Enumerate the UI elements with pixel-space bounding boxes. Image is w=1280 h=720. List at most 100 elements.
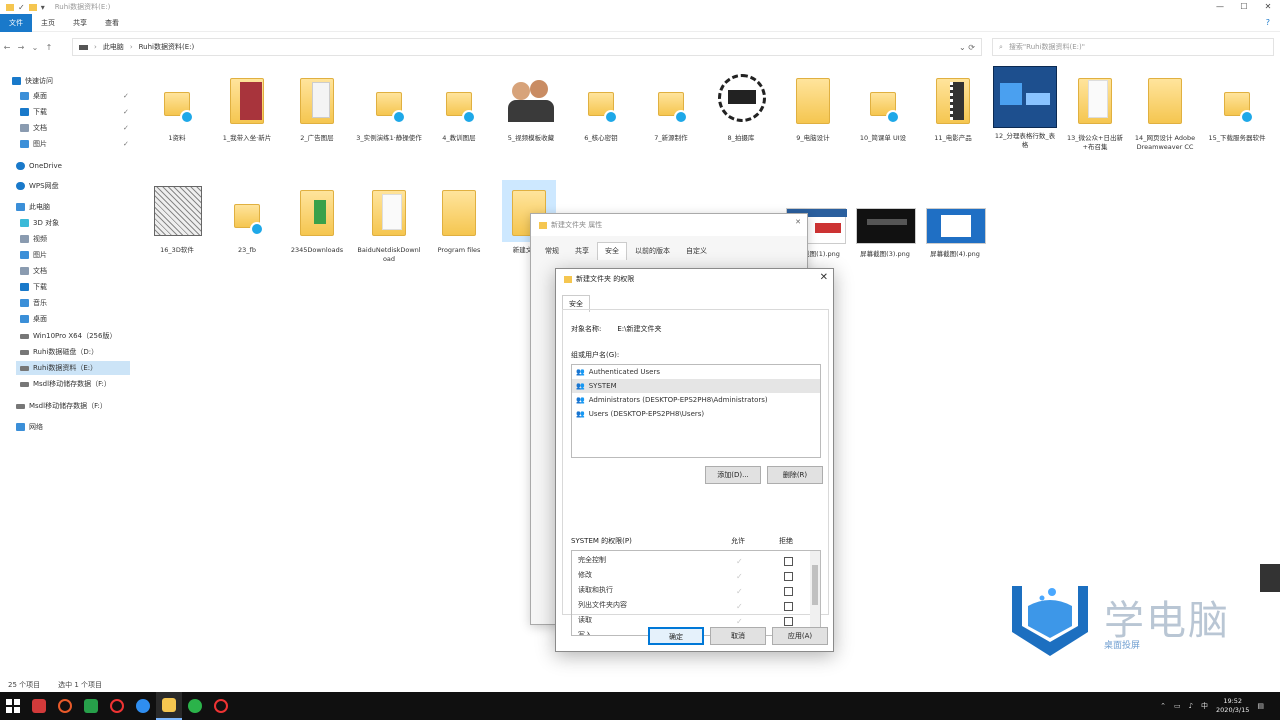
apply-button[interactable]: 应用(A) (772, 627, 828, 645)
list-item[interactable]: 👥 Users (DESKTOP-EPS2PH8\Users) (572, 407, 820, 421)
notification-icon[interactable]: ▤ (1257, 702, 1264, 710)
minimize-button[interactable]: — (1208, 0, 1232, 14)
taskbar-app[interactable] (208, 692, 234, 720)
back-arrow-icon[interactable]: ← (0, 43, 14, 52)
tab-previous-versions[interactable]: 以前的版本 (627, 242, 678, 260)
tab-customize[interactable]: 自定义 (678, 242, 715, 260)
tab-view[interactable]: 查看 (96, 14, 128, 32)
taskbar-search[interactable] (52, 692, 78, 720)
file-item[interactable]: 1资料 (144, 68, 210, 143)
deny-checkbox[interactable] (784, 572, 793, 581)
file-item[interactable]: 10_简课单 UI设 (850, 68, 916, 143)
sidebar-item-drive-f-root[interactable]: Msdl移动储存数据（F:） (16, 399, 107, 413)
file-item[interactable]: 2345Downloads (284, 180, 350, 255)
file-item[interactable]: 3_实例演练1·静操使作 (356, 68, 422, 143)
file-item[interactable]: 1_我带入坐·新片 (214, 68, 280, 143)
file-item[interactable]: 8_拍摄库 (708, 68, 774, 143)
list-item-selected[interactable]: 👥 SYSTEM (572, 379, 820, 393)
file-item[interactable]: 2_广告图层 (284, 68, 350, 143)
customize-toolbar-icon[interactable]: ▾ (41, 3, 45, 12)
sidebar-item-desktop-pc[interactable]: 桌面 (20, 312, 47, 326)
sidebar-item-this-pc[interactable]: 此电脑 (16, 200, 50, 214)
list-item[interactable]: 👥 Administrators (DESKTOP-EPS2PH8\Adminis… (572, 393, 820, 407)
taskbar-app[interactable] (130, 692, 156, 720)
file-item[interactable]: BaiduNetdiskDownload (356, 180, 422, 264)
sidebar-item-music[interactable]: 音乐 (20, 296, 47, 310)
ime-icon[interactable]: 中 (1201, 701, 1208, 711)
tab-general[interactable]: 常规 (537, 242, 567, 260)
add-button[interactable]: 添加(D)... (705, 466, 761, 484)
help-icon[interactable]: ? (1266, 18, 1270, 27)
recent-chevron-icon[interactable]: ⌄ (28, 43, 42, 52)
sidebar-item-pictures[interactable]: 图片 ✓ (20, 137, 140, 151)
tab-home[interactable]: 主页 (32, 14, 64, 32)
ok-button[interactable]: 确定 (648, 627, 704, 645)
sidebar-item-network[interactable]: 网络 (16, 420, 43, 434)
permissions-scrollbar[interactable] (810, 551, 820, 635)
file-item[interactable]: 4_教训图层 (426, 68, 492, 143)
sidebar-item-documents-pc[interactable]: 文档 (20, 264, 47, 278)
search-input[interactable]: 搜索"Ruhi数据资料(E:)" (1009, 42, 1085, 52)
taskbar-app[interactable] (26, 692, 52, 720)
address-bar[interactable]: › 此电脑 › Ruhi数据资料(E:) ⌄ ⟳ (72, 38, 982, 56)
breadcrumb-drive-e[interactable]: Ruhi数据资料(E:) (139, 42, 195, 52)
volume-icon[interactable]: ♪ (1189, 702, 1193, 710)
tab-share[interactable]: 共享 (64, 14, 96, 32)
sidebar-item-drive-f[interactable]: Msdl移动储存数据（F:） (20, 377, 111, 391)
sidebar-item-pictures-pc[interactable]: 图片 (20, 248, 47, 262)
file-item[interactable]: 7_新源制作 (638, 68, 704, 143)
file-item[interactable]: Program files (426, 180, 492, 255)
close-icon[interactable]: ✕ (795, 218, 801, 226)
remove-button[interactable]: 删除(R) (767, 466, 823, 484)
tab-file[interactable]: 文件 (0, 13, 32, 32)
file-item[interactable]: 15_下载服务器软件 (1204, 68, 1270, 143)
sidebar-item-onedrive[interactable]: OneDrive (16, 159, 62, 173)
deny-checkbox[interactable] (784, 617, 793, 626)
sidebar-item-quick-access[interactable]: 快速访问 (12, 74, 53, 88)
start-button[interactable] (0, 692, 26, 720)
deny-checkbox[interactable] (784, 587, 793, 596)
sidebar-item-desktop[interactable]: 桌面 ✓ (20, 89, 140, 103)
taskbar-file-explorer[interactable] (156, 692, 182, 720)
list-item[interactable]: 👥 Authenticated Users (572, 365, 820, 379)
sidebar-item-3d-objects[interactable]: 3D 对象 (20, 216, 59, 230)
file-item[interactable]: 9_电脑设计 (780, 68, 846, 143)
tab-security[interactable]: 安全 (597, 242, 627, 260)
sidebar-item-drive-d[interactable]: Ruhi数据磁盘（D:） (20, 345, 98, 359)
properties-icon[interactable]: ✓ (18, 3, 25, 12)
forward-arrow-icon[interactable]: → (14, 43, 28, 52)
side-widget[interactable] (1260, 564, 1280, 592)
scrollbar-thumb[interactable] (812, 565, 818, 605)
refresh-icon[interactable]: ⌄ ⟳ (959, 43, 975, 52)
breadcrumb-this-pc[interactable]: 此电脑 (103, 42, 124, 52)
sidebar-item-videos[interactable]: 视频 (20, 232, 47, 246)
sidebar-item-downloads-pc[interactable]: 下载 (20, 280, 47, 294)
sidebar-item-downloads[interactable]: 下载 ✓ (20, 105, 140, 119)
close-icon[interactable]: ✕ (820, 272, 828, 283)
file-item[interactable]: 11_电影产品 (920, 68, 986, 143)
sidebar-item-drive-c[interactable]: Win10Pro X64（256版） (20, 329, 116, 343)
file-item[interactable]: 13_微公众+日出新+布召集 (1062, 68, 1128, 152)
file-item[interactable]: 12_分理表格行数_表格 (992, 66, 1058, 150)
deny-checkbox[interactable] (784, 602, 793, 611)
file-item[interactable]: 6_核心密钥 (568, 68, 634, 143)
taskbar-app[interactable] (104, 692, 130, 720)
new-folder-icon[interactable] (28, 3, 37, 11)
file-item[interactable]: 5_视频模板收藏 (498, 68, 564, 143)
clock[interactable]: 19:52 2020/3/15 (1216, 697, 1249, 715)
close-button[interactable]: ✕ (1256, 0, 1280, 14)
sidebar-item-wps-cloud[interactable]: WPS网盘 (16, 179, 59, 193)
chevron-up-icon[interactable]: ⌃ (1160, 702, 1166, 710)
search-box[interactable]: ⌕ 搜索"Ruhi数据资料(E:)" (992, 38, 1274, 56)
file-item[interactable]: 16_3D软件 (144, 180, 210, 255)
taskbar-app[interactable] (182, 692, 208, 720)
taskbar-app[interactable] (78, 692, 104, 720)
up-arrow-icon[interactable]: ↑ (42, 43, 56, 52)
tab-sharing[interactable]: 共享 (567, 242, 597, 260)
file-item[interactable]: 23_fb (214, 180, 280, 255)
sidebar-item-drive-e[interactable]: Ruhi数据资料（E:） (16, 361, 130, 375)
cancel-button[interactable]: 取消 (710, 627, 766, 645)
sidebar-item-documents[interactable]: 文档 ✓ (20, 121, 140, 135)
maximize-button[interactable]: ☐ (1232, 0, 1256, 14)
file-item[interactable]: 14_网页设计 Adobe Dreamweaver CC (1132, 68, 1198, 152)
